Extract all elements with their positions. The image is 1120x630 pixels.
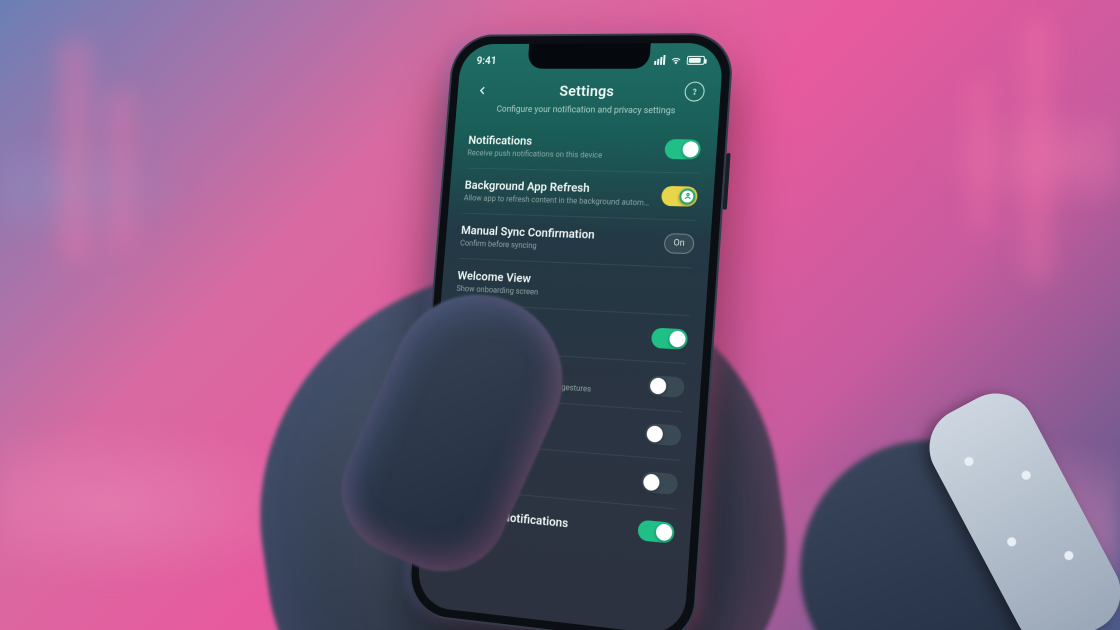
toggle-knob xyxy=(669,330,686,347)
toggle-knob xyxy=(655,523,672,541)
toggle-switch[interactable] xyxy=(637,519,675,543)
wifi-icon xyxy=(670,54,683,66)
signal-icon xyxy=(654,55,665,65)
value-pill[interactable]: On xyxy=(663,233,694,254)
settings-row[interactable]: NotificationsReceive push notifications … xyxy=(466,124,702,174)
toggle-switch[interactable] xyxy=(651,327,688,349)
help-button[interactable] xyxy=(684,82,705,102)
person-icon xyxy=(683,192,693,201)
toggle-switch[interactable] xyxy=(644,423,682,446)
toggle-knob xyxy=(646,425,663,443)
toggle-switch[interactable] xyxy=(661,186,698,207)
chevron-left-icon xyxy=(476,84,490,97)
settings-row-title: Notifications xyxy=(468,133,656,150)
status-time: 9:41 xyxy=(476,54,497,66)
page-title: Settings xyxy=(559,82,615,100)
toggle-knob xyxy=(650,377,667,394)
toggle-switch[interactable] xyxy=(647,375,684,398)
settings-row-text: Manual Sync ConfirmationConfirm before s… xyxy=(460,223,665,256)
toggle-knob xyxy=(643,473,660,491)
phone-notch xyxy=(527,43,650,68)
settings-row[interactable]: Background App RefreshAllow app to refre… xyxy=(463,169,699,221)
battery-icon xyxy=(687,55,705,64)
settings-row-text: Background App RefreshAllow app to refre… xyxy=(463,178,662,209)
settings-row-text: NotificationsReceive push notifications … xyxy=(467,133,666,162)
toggle-switch[interactable] xyxy=(664,139,701,160)
toggle-knob xyxy=(679,188,696,204)
back-button[interactable] xyxy=(472,80,494,101)
question-icon xyxy=(689,87,700,97)
toggle-switch[interactable] xyxy=(641,471,679,495)
toggle-knob xyxy=(682,141,699,157)
settings-row-subtitle: Receive push notifications on this devic… xyxy=(467,149,655,162)
page-subtitle: Configure your notification and privacy … xyxy=(455,103,719,127)
screen-header: Settings xyxy=(457,76,722,104)
